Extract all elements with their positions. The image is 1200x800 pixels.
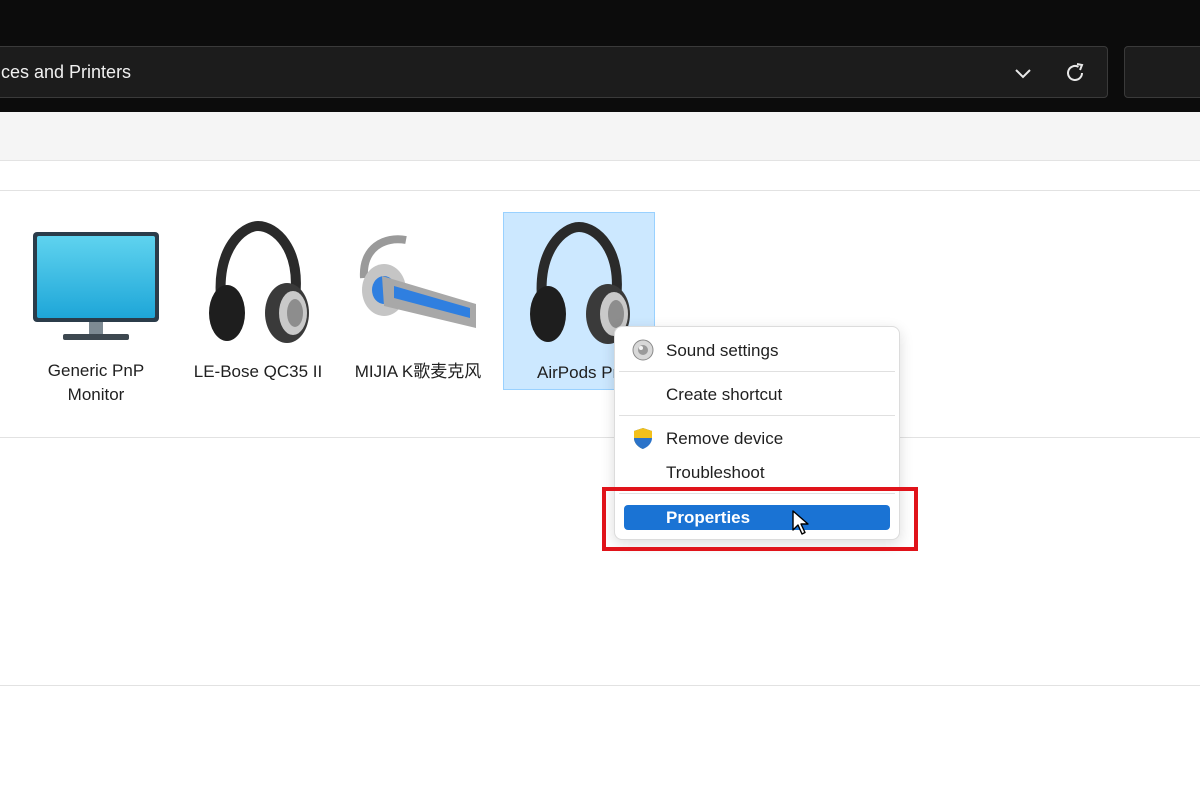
device-tile-le-bose-qc35[interactable]: LE-Bose QC35 II xyxy=(182,212,334,390)
device-label-mijia-k: MIJIA K歌麦克风 xyxy=(354,362,482,381)
headset-icon xyxy=(359,235,476,328)
monitor-icon xyxy=(33,232,159,340)
menu-separator xyxy=(619,415,895,416)
device-label-le-bose-qc35: LE-Bose QC35 II xyxy=(193,362,323,381)
shield-icon xyxy=(634,428,652,449)
refresh-icon[interactable] xyxy=(1063,61,1087,85)
title-bar: ces and Printers xyxy=(0,0,1200,112)
section-divider-middle xyxy=(0,437,1200,438)
device-tile-generic-pnp-monitor[interactable]: Generic PnP Monitor xyxy=(20,212,172,404)
menu-item-remove-device[interactable]: Remove device xyxy=(621,423,893,453)
mouse-cursor-icon xyxy=(792,510,809,535)
device-label-generic-pnp-monitor: Generic PnP Monitor xyxy=(47,361,145,404)
section-divider-top xyxy=(0,190,1200,191)
section-divider-bottom xyxy=(0,685,1200,686)
menu-separator xyxy=(619,371,895,372)
device-tile-mijia-k[interactable]: MIJIA K歌麦克风 xyxy=(342,212,494,390)
menu-item-sound-settings[interactable]: Sound settings xyxy=(621,335,893,365)
search-box[interactable] xyxy=(1124,46,1200,98)
address-path: ces and Printers xyxy=(1,62,132,82)
headphones-icon xyxy=(209,220,309,343)
address-bar[interactable]: ces and Printers xyxy=(0,46,1108,98)
device-tile-partial[interactable] xyxy=(0,212,12,390)
menu-item-troubleshoot[interactable]: Troubleshoot xyxy=(621,457,893,487)
command-bar xyxy=(0,112,1200,161)
speaker-icon xyxy=(632,339,654,361)
annotation-highlight-box xyxy=(602,487,918,551)
chevron-down-icon[interactable] xyxy=(1011,61,1035,85)
menu-item-create-shortcut[interactable]: Create shortcut xyxy=(621,379,893,409)
